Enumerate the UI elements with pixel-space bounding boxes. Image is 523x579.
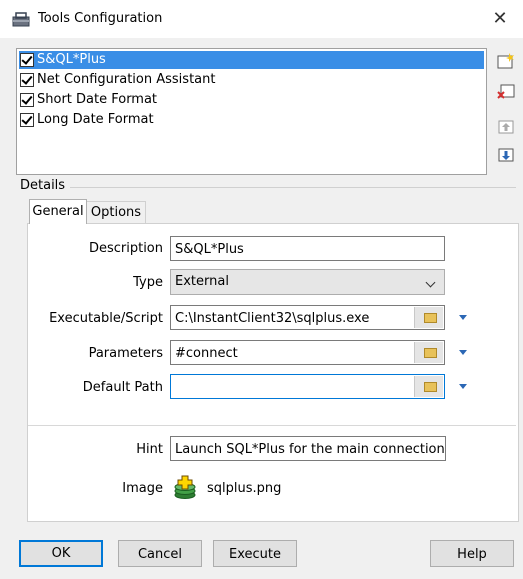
- checkbox[interactable]: [20, 53, 34, 67]
- details-divider: [70, 187, 516, 188]
- parameters-input[interactable]: #connect: [170, 340, 445, 365]
- details-group-label: Details: [20, 178, 66, 193]
- hint-input[interactable]: Launch SQL*Plus for the main connection: [170, 436, 446, 461]
- type-label: Type: [133, 275, 163, 290]
- default-path-input[interactable]: [170, 374, 445, 399]
- folder-icon: [424, 313, 437, 323]
- checkbox[interactable]: [20, 73, 34, 87]
- hint-label: Hint: [136, 442, 163, 457]
- tab-options[interactable]: Options: [86, 201, 146, 224]
- window-title: Tools Configuration: [38, 11, 163, 26]
- description-label: Description: [88, 241, 163, 256]
- cancel-button[interactable]: Cancel: [118, 540, 202, 567]
- list-item-long-date[interactable]: Long Date Format: [19, 111, 484, 129]
- executable-input[interactable]: C:\InstantClient32\sqlplus.exe: [170, 305, 445, 330]
- checkbox[interactable]: [20, 93, 34, 107]
- parameters-browse-button[interactable]: [414, 342, 443, 363]
- delete-tool-icon[interactable]: [496, 82, 516, 100]
- list-item-label: Short Date Format: [37, 92, 158, 107]
- list-item-short-date[interactable]: Short Date Format: [19, 91, 484, 109]
- executable-value: C:\InstantClient32\sqlplus.exe: [175, 311, 370, 326]
- folder-icon: [424, 382, 437, 392]
- tab-panel-general: [27, 223, 519, 522]
- description-input[interactable]: S&QL*Plus: [170, 236, 445, 261]
- tool-list[interactable]: S&QL*Plus Net Configuration Assistant Sh…: [16, 48, 487, 175]
- image-filename: sqlplus.png: [207, 481, 282, 496]
- type-select-value: External: [175, 274, 229, 289]
- default-path-label: Default Path: [82, 380, 163, 395]
- execute-button[interactable]: Execute: [213, 540, 297, 567]
- list-item-sqlplus[interactable]: S&QL*Plus: [19, 51, 484, 69]
- type-select[interactable]: External: [170, 269, 445, 295]
- image-label: Image: [122, 481, 163, 496]
- executable-dropdown-arrow[interactable]: [459, 315, 467, 320]
- ok-button[interactable]: OK: [19, 540, 103, 567]
- help-button[interactable]: Help: [430, 540, 514, 567]
- default-path-browse-button[interactable]: [414, 376, 443, 397]
- list-item-label: Net Configuration Assistant: [37, 72, 216, 87]
- executable-label: Executable/Script: [49, 311, 163, 326]
- new-tool-icon[interactable]: [496, 52, 516, 70]
- parameters-label: Parameters: [88, 346, 163, 361]
- checkbox[interactable]: [20, 113, 34, 127]
- list-item-net-config[interactable]: Net Configuration Assistant: [19, 71, 484, 89]
- close-button[interactable]: ✕: [486, 6, 514, 32]
- list-item-label: S&QL*Plus: [37, 52, 106, 67]
- executable-browse-button[interactable]: [414, 307, 443, 328]
- folder-icon: [424, 348, 437, 358]
- parameters-dropdown-arrow[interactable]: [459, 350, 467, 355]
- parameters-value: #connect: [175, 346, 238, 361]
- default-path-dropdown-arrow[interactable]: [459, 384, 467, 389]
- database-plus-icon[interactable]: [172, 475, 198, 501]
- move-down-icon[interactable]: [496, 146, 516, 164]
- tab-general[interactable]: General: [29, 199, 87, 224]
- tools-window-icon: [12, 12, 30, 27]
- list-item-label: Long Date Format: [37, 112, 154, 127]
- section-divider: [28, 425, 516, 426]
- move-up-icon[interactable]: [496, 118, 516, 136]
- chevron-down-icon: [425, 277, 436, 288]
